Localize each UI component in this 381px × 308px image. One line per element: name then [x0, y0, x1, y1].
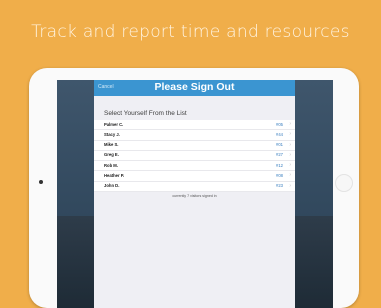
- person-name: Mike S.: [104, 142, 119, 148]
- person-id: #08: [276, 172, 283, 178]
- person-id: #01: [276, 142, 283, 148]
- list-item[interactable]: Palmer C. #05 ›: [94, 120, 295, 131]
- navigation-bar: Cancel Please Sign Out: [94, 80, 295, 96]
- marketing-headline: Track and report time and resources: [31, 22, 350, 42]
- chevron-right-icon: ›: [289, 162, 291, 169]
- person-id: #05: [276, 121, 283, 127]
- sign-out-modal: Cancel Please Sign Out Select Yourself F…: [94, 80, 295, 308]
- chevron-right-icon: ›: [289, 151, 291, 158]
- section-header: Select Yourself From the List: [104, 110, 187, 117]
- person-name: Heather P.: [104, 172, 125, 178]
- chevron-right-icon: ›: [289, 121, 291, 127]
- ipad-screen: Cancel Please Sign Out Select Yourself F…: [57, 80, 333, 308]
- person-name: John D.: [104, 183, 120, 189]
- chevron-right-icon: ›: [289, 131, 291, 138]
- modal-title: Please Sign Out: [154, 81, 235, 93]
- person-name: Stacy J.: [104, 131, 120, 137]
- ipad-device-frame: Cancel Please Sign Out Select Yourself F…: [29, 68, 359, 308]
- person-id: #23: [276, 183, 283, 189]
- chevron-right-icon: ›: [289, 182, 291, 189]
- camera-dot: [39, 180, 43, 184]
- person-id: #44: [276, 131, 283, 137]
- list-item[interactable]: Heather P. #08 ›: [94, 171, 295, 182]
- person-name: Rob M.: [104, 162, 118, 168]
- person-name: Greg E.: [104, 152, 119, 158]
- list-item[interactable]: Rob M. #12 ›: [94, 161, 295, 172]
- person-name: Palmer C.: [104, 121, 124, 127]
- people-list: Palmer C. #05 › Stacy J. #44 › Mike S. #…: [94, 120, 295, 193]
- list-item[interactable]: Stacy J. #44 ›: [94, 130, 295, 141]
- list-item[interactable]: Mike S. #01 ›: [94, 141, 295, 151]
- list-item[interactable]: Greg E. #27 ›: [94, 151, 295, 162]
- person-id: #27: [276, 152, 283, 158]
- home-button: [335, 174, 353, 192]
- signed-in-count: currently 7 visitors signed in: [172, 194, 217, 199]
- list-item[interactable]: John D. #23 ›: [94, 182, 295, 193]
- chevron-right-icon: ›: [289, 141, 291, 148]
- chevron-right-icon: ›: [289, 172, 291, 179]
- person-id: #12: [276, 162, 283, 168]
